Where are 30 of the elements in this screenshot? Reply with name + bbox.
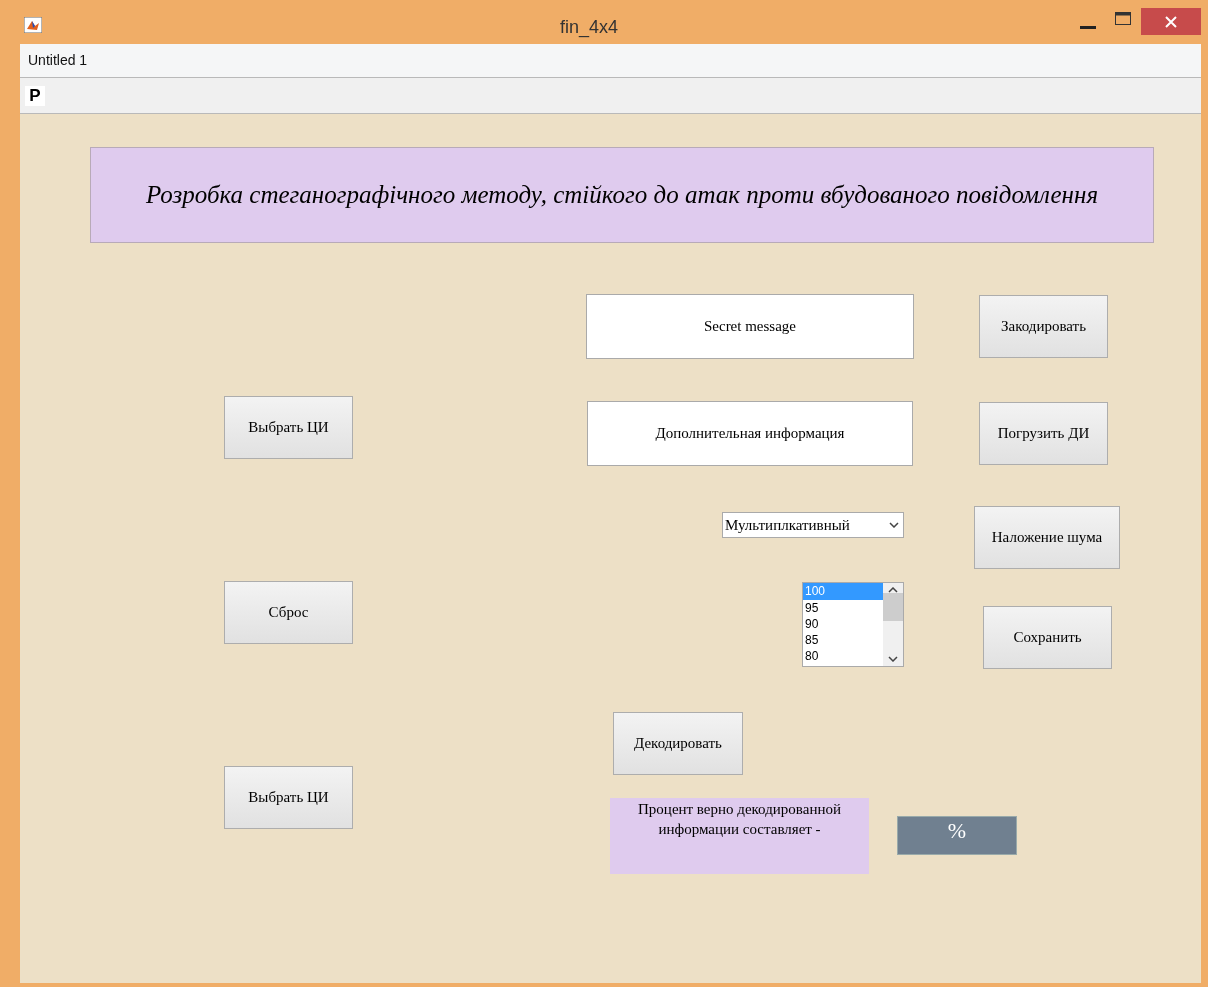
push-button[interactable]: Погрузить ДИ xyxy=(979,402,1108,465)
dropdown[interactable]: Мультиплкативный xyxy=(722,512,904,538)
push-button[interactable]: Сброс xyxy=(224,581,353,644)
result-label: Процент верно декодированной информации составляет - xyxy=(610,798,869,874)
push-button[interactable]: Декодировать xyxy=(613,712,743,775)
window-title: fin_4x4 xyxy=(560,16,619,40)
toolbar-button[interactable]: P xyxy=(25,85,45,106)
list-item[interactable]: 90 xyxy=(803,616,883,632)
list-item[interactable]: 95 xyxy=(803,600,883,616)
chevron-down-icon xyxy=(889,522,899,528)
close-button[interactable] xyxy=(1141,8,1201,35)
list-item[interactable]: 85 xyxy=(803,632,883,648)
text-field[interactable]: Secret message xyxy=(586,294,914,359)
chevron-up-icon[interactable] xyxy=(888,587,898,593)
push-button[interactable]: Сохранить xyxy=(983,606,1112,669)
chevron-down-icon[interactable] xyxy=(888,656,898,662)
heading-panel: Розробка стеганографічного методу, стійкого до атак проти вбудованого повідомлення xyxy=(90,147,1154,243)
list-item[interactable]: 80 xyxy=(803,648,883,664)
maximize-icon[interactable] xyxy=(1115,12,1131,25)
menu-item[interactable]: Untitled 1 xyxy=(28,50,88,71)
result-display: % xyxy=(897,816,1017,855)
push-button[interactable]: Закодировать xyxy=(979,295,1108,358)
close-icon xyxy=(1165,15,1177,28)
scroll-bar[interactable] xyxy=(883,583,903,666)
push-button[interactable]: Наложение шума xyxy=(974,506,1120,569)
app-icon xyxy=(24,17,42,33)
text-field[interactable]: Дополнительная информация xyxy=(587,401,913,466)
push-button[interactable]: Выбрать ЦИ xyxy=(224,396,353,459)
scroll-thumb[interactable] xyxy=(883,593,903,621)
push-button[interactable]: Выбрать ЦИ xyxy=(224,766,353,829)
